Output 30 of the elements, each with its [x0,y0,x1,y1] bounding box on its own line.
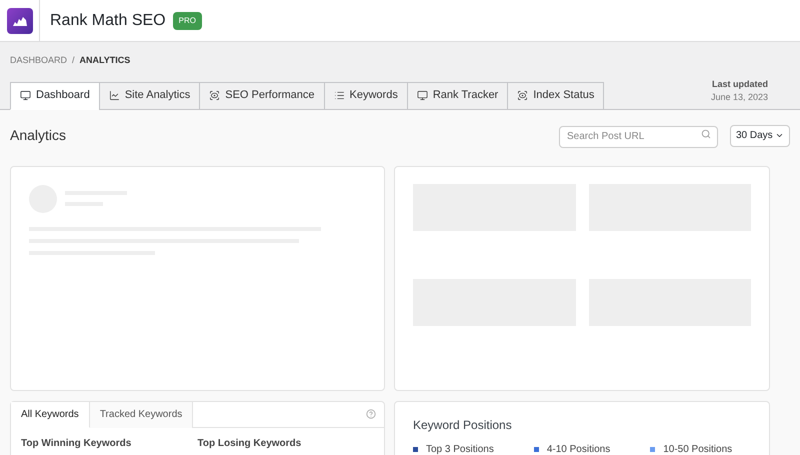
monitor-icon [20,90,31,101]
column-heading: Top Winning Keywords [21,436,132,450]
breadcrumb-item[interactable]: DASHBOARD [10,54,68,68]
last-updated-date: June 13, 2023 [710,91,768,104]
tab[interactable]: All Keywords [11,402,90,428]
tab[interactable]: Site Analytics [98,82,200,110]
legend-label: 4-10 Positions [546,442,610,455]
range-dropdown[interactable]: 30 Days [730,124,790,146]
tab[interactable]: Index Status [507,82,604,110]
tab[interactable]: Tracked Keywords [90,402,194,428]
legend-label: Top 3 Positions [426,442,494,455]
chart-icon [108,90,120,101]
monitor-icon [416,90,428,101]
pro-badge: PRO [172,12,202,30]
breadcrumb-item: ANALYTICS [80,54,130,67]
column-heading: Top Losing Keywords [198,436,302,450]
last-updated-label: Last updated [710,78,768,91]
search-field[interactable]: Search Post URL [559,126,718,148]
help-icon[interactable] [366,409,376,419]
card-title: Keyword Positions [413,416,513,434]
eye-icon [209,90,220,101]
search-icon [701,129,711,140]
tab[interactable]: Dashboard [10,82,100,110]
chevron-icon [775,131,784,140]
breadcrumb-item: / [72,54,75,67]
legend-label: 10-50 Positions [663,442,732,455]
app-title: Rank Math SEO [50,10,166,30]
logo-icon [6,8,32,34]
page-title: Analytics [10,126,66,145]
eye-icon [517,90,528,101]
